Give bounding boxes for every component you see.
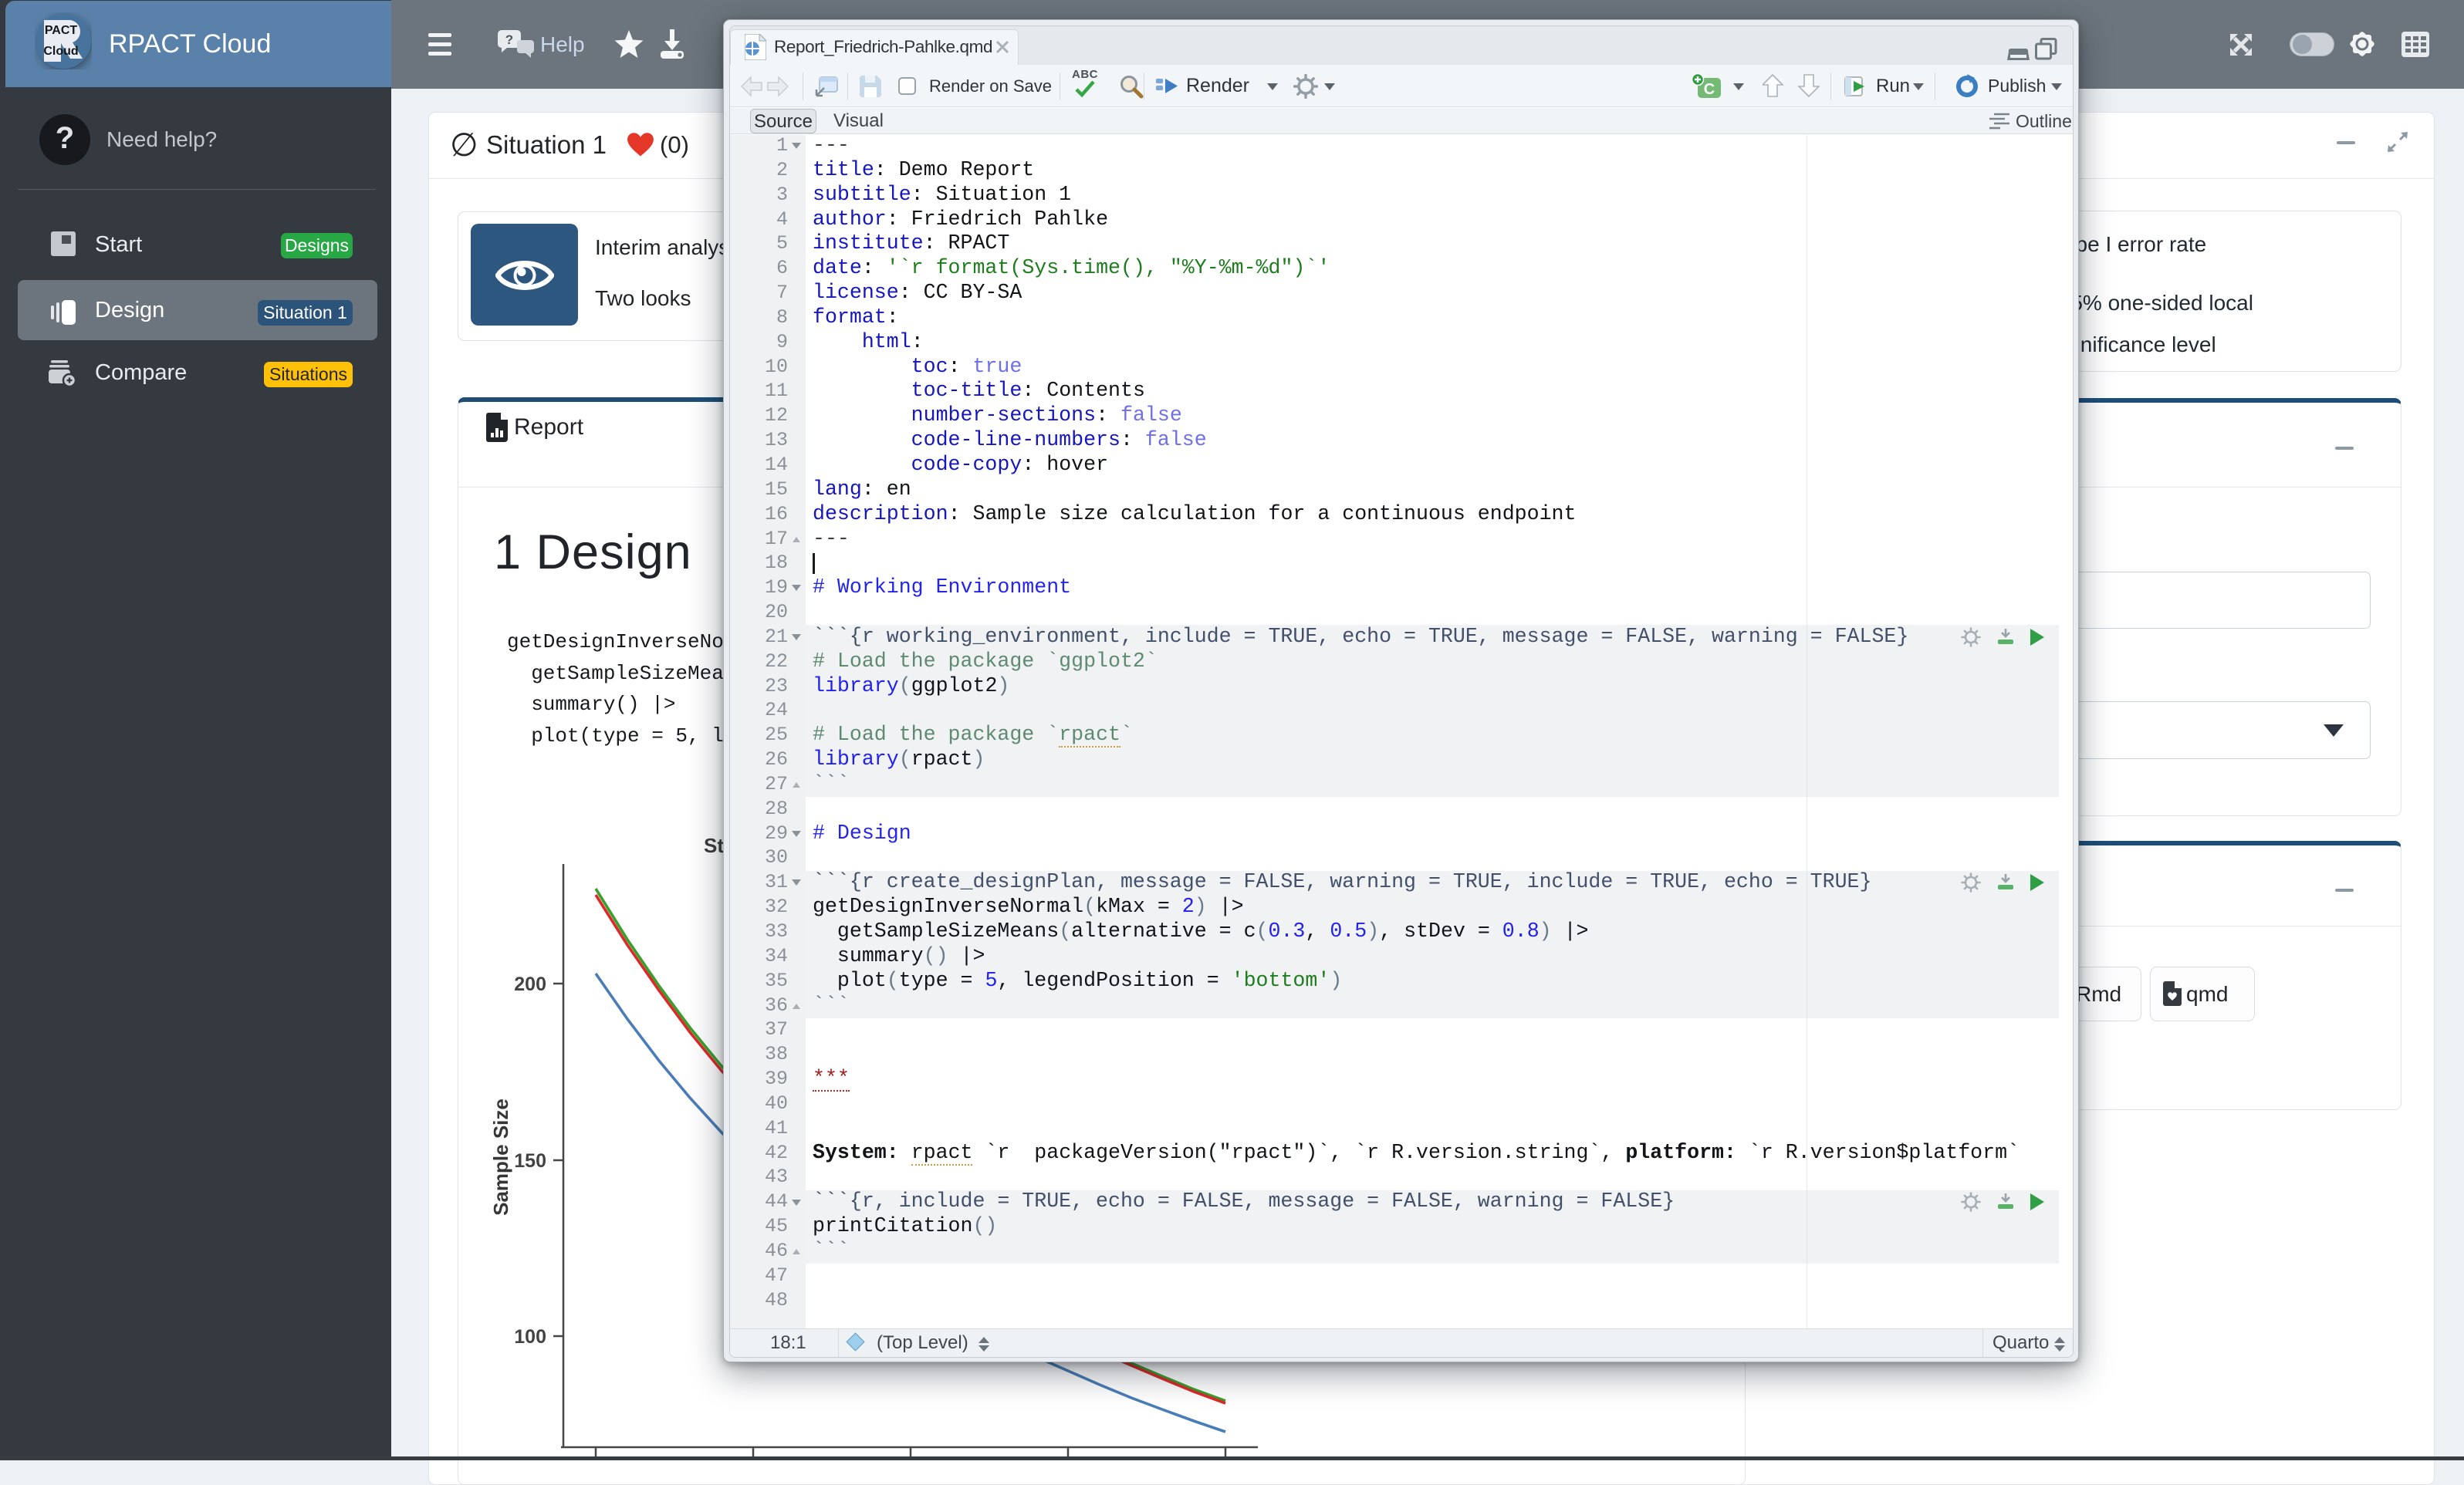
svg-text:PACT: PACT [45, 24, 78, 37]
svg-text:200: 200 [514, 974, 546, 995]
svg-text:150: 150 [514, 1150, 546, 1172]
svg-text:?: ? [505, 32, 513, 47]
svg-text:C: C [1704, 81, 1715, 98]
svg-text:100: 100 [514, 1326, 546, 1348]
svg-text:Cloud: Cloud [43, 45, 78, 58]
svg-text:Sample Size: Sample Size [489, 1099, 512, 1216]
